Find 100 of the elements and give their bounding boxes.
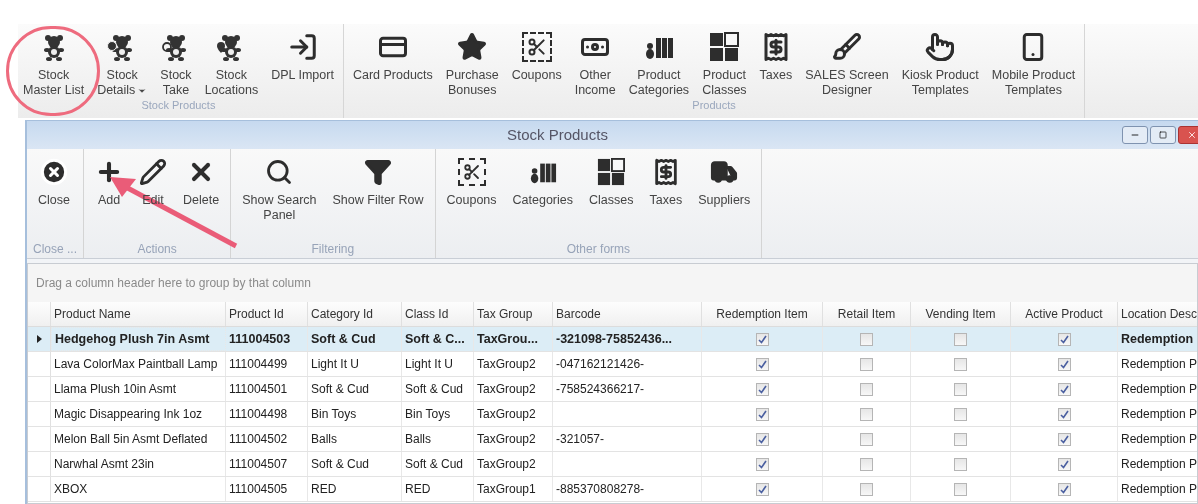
- table-cell-text: Balls: [311, 431, 337, 448]
- checkbox[interactable]: [755, 407, 769, 421]
- table-row[interactable]: Lava ColorMax Paintball Lamp 111004499 Light It U Light It U TaxGroup2 -047162121426- Redemption P: [28, 352, 1197, 377]
- checkbox[interactable]: [755, 432, 769, 446]
- checkbox[interactable]: [860, 432, 873, 446]
- checkbox[interactable]: [954, 332, 967, 346]
- checkbox[interactable]: [1057, 432, 1071, 446]
- group-by-hint: Drag a column header here to group by that column: [36, 275, 311, 292]
- toolbar-button[interactable]: Taxes: [644, 149, 688, 208]
- column-header[interactable]: Class Id: [402, 302, 474, 326]
- toolbar-button[interactable]: Stock Take: [155, 24, 197, 98]
- group-label: Stock Products: [140, 99, 217, 111]
- checkbox[interactable]: [954, 482, 967, 496]
- toolbar-button[interactable]: Mobile Product Templates: [986, 24, 1081, 98]
- table-cell-text: Narwhal Asmt 23in: [54, 456, 155, 473]
- column-header[interactable]: Vending Item: [911, 302, 1011, 326]
- toolbar-button[interactable]: Show Filter Row: [327, 149, 429, 208]
- checkbox[interactable]: [1057, 407, 1071, 421]
- table-row[interactable]: Melon Ball 5in Asmt Deflated 111004502 Balls Balls TaxGroup2 -321057- Redemption P: [28, 427, 1197, 452]
- group-label: Products: [691, 99, 737, 111]
- table-cell-text: TaxGroup2: [477, 406, 536, 423]
- minimize-button[interactable]: [1122, 126, 1148, 144]
- toolbar-button[interactable]: Show Search Panel: [237, 149, 322, 223]
- toolbar-button[interactable]: Close: [33, 149, 75, 208]
- checkbox[interactable]: [954, 407, 967, 421]
- checkbox[interactable]: [860, 357, 873, 371]
- toolbar-button[interactable]: Add: [90, 149, 128, 208]
- checkbox[interactable]: [1057, 357, 1071, 371]
- checkbox[interactable]: [954, 382, 967, 396]
- maximize-button[interactable]: [1150, 126, 1176, 144]
- checkbox[interactable]: [954, 357, 967, 371]
- table-row[interactable]: XBOX 111004505 RED RED TaxGroup1 -885370808278- Redemption P: [28, 477, 1197, 502]
- toolbar-button[interactable]: Classes: [584, 149, 639, 208]
- column-header[interactable]: Location Desc: [1118, 302, 1198, 326]
- table-cell-text: -758524366217-: [556, 381, 645, 398]
- checkbox[interactable]: [755, 382, 769, 396]
- toolbar-button[interactable]: Taxes: [754, 24, 798, 83]
- checkbox[interactable]: [860, 332, 873, 346]
- column-header[interactable]: Tax Group: [474, 302, 553, 326]
- toolbar-button[interactable]: Suppliers: [693, 149, 756, 208]
- column-header[interactable]: Category Id: [308, 302, 402, 326]
- toolbar-button[interactable]: Other Income: [569, 24, 621, 98]
- table-cell-text: TaxGroup2: [477, 381, 536, 398]
- toolbar-button[interactable]: SALES Screen Designer: [800, 24, 894, 98]
- table-row[interactable]: Hedgehog Plush 7in Asmt 111004503 Soft & Cud Soft & C... TaxGrou... -321098-75852436... Redemption: [28, 327, 1197, 352]
- checkbox[interactable]: [954, 457, 967, 471]
- column-header[interactable]: Product Name: [51, 302, 226, 326]
- table-cell-text: Redemption P: [1121, 481, 1198, 498]
- toolbar-button[interactable]: Card Products: [347, 24, 438, 83]
- table-row[interactable]: Narwhal Asmt 23in 111004507 Soft & Cud Soft & Cud TaxGroup2 Redemption P: [28, 452, 1197, 477]
- table-cell-text: 111004501: [229, 381, 288, 398]
- checkbox[interactable]: [1057, 382, 1071, 396]
- table-cell-text: Soft & Cud: [405, 381, 464, 398]
- column-header[interactable]: Product Id: [226, 302, 308, 326]
- checkbox[interactable]: [860, 482, 873, 496]
- table-cell-text: -047162121426-: [556, 356, 645, 373]
- checkbox[interactable]: [860, 407, 873, 421]
- maximize-icon: [1159, 131, 1167, 139]
- table-cell-text: Soft & Cud: [311, 381, 370, 398]
- toolbar-button[interactable]: Stock Locations: [199, 24, 264, 98]
- checkbox[interactable]: [755, 357, 769, 371]
- toolbar-button[interactable]: Product Categories: [623, 24, 695, 98]
- toolbar-button[interactable]: Coupons: [506, 24, 567, 83]
- table-row[interactable]: Magic Disappearing Ink 1oz 111004498 Bin Toys Bin Toys TaxGroup2 Redemption P: [28, 402, 1197, 427]
- table-cell-text: 111004499: [229, 356, 288, 373]
- checkbox[interactable]: [1057, 482, 1071, 496]
- checkbox[interactable]: [954, 432, 967, 446]
- table-cell-text: RED: [405, 481, 431, 498]
- toolbar-button[interactable]: Categories: [507, 149, 578, 208]
- checkbox[interactable]: [1057, 332, 1071, 346]
- checkbox[interactable]: [755, 457, 769, 471]
- checkbox[interactable]: [755, 482, 769, 496]
- column-header[interactable]: Redemption Item: [702, 302, 823, 326]
- pointer-icon: [925, 30, 956, 64]
- table-row[interactable]: Llama Plush 10in Asmt 111004501 Soft & Cud Soft & Cud TaxGroup2 -758524366217- Redemption P: [28, 377, 1197, 402]
- toolbar-button[interactable]: DPL Import: [266, 24, 339, 83]
- table-cell-text: Melon Ball 5in Asmt Deflated: [54, 431, 208, 448]
- window-title: Stock Products: [507, 124, 608, 145]
- table-cell-text: TaxGrou...: [477, 330, 538, 348]
- column-header[interactable]: Barcode: [553, 302, 702, 326]
- toolbar-button[interactable]: Product Classes: [697, 24, 752, 98]
- table-cell-text: Soft & Cud: [405, 456, 464, 473]
- column-header[interactable]: Active Product: [1011, 302, 1118, 326]
- column-header[interactable]: Retail Item: [823, 302, 911, 326]
- toolbar-button[interactable]: Delete: [178, 149, 225, 208]
- toolbar-button[interactable]: Kiosk Product Templates: [896, 24, 984, 98]
- table-cell-text: XBOX: [54, 481, 88, 498]
- checkbox[interactable]: [755, 332, 769, 346]
- checkbox[interactable]: [860, 457, 873, 471]
- toolbar-button[interactable]: Purchase Bonuses: [440, 24, 504, 98]
- toolbar-button[interactable]: Stock Master List: [18, 24, 90, 98]
- checkbox[interactable]: [860, 382, 873, 396]
- table-cell-text: -885370808278-: [556, 481, 645, 498]
- toolbar-button[interactable]: Stock Details: [92, 24, 153, 98]
- table-cell-text: Redemption: [1121, 330, 1194, 348]
- table-cell-text: Hedgehog Plush 7in Asmt: [55, 330, 210, 348]
- close-button[interactable]: [1178, 126, 1198, 144]
- checkbox[interactable]: [1057, 457, 1071, 471]
- toolbar-button[interactable]: Coupons: [441, 149, 502, 208]
- table-cell-text: 111004507: [229, 456, 288, 473]
